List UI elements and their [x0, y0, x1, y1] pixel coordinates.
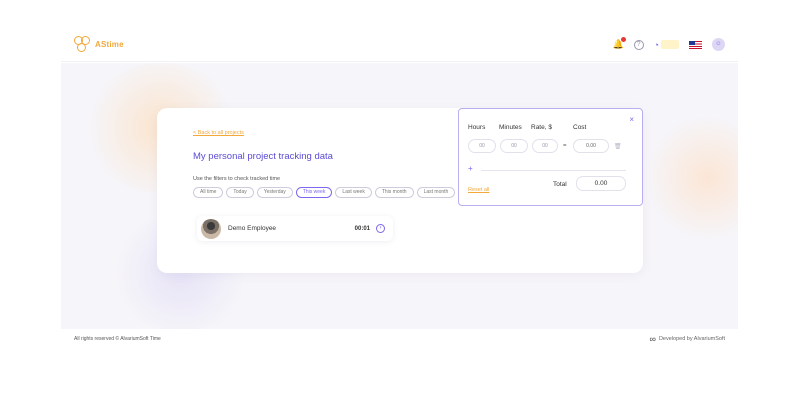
- app-window: AStime 🔔 ? ◔ ☺ < Back to all projects My…: [61, 28, 738, 349]
- reset-all-link[interactable]: Reset all: [468, 187, 489, 193]
- back-to-projects-link[interactable]: < Back to all projects: [193, 130, 244, 136]
- us-flag-icon[interactable]: [689, 40, 702, 49]
- minutes-header: Minutes: [499, 124, 522, 131]
- filter-yesterday[interactable]: Yesterday: [256, 187, 293, 198]
- timer-toggle[interactable]: ◔: [654, 40, 679, 50]
- filter-chips: All time Today Yesterday This week Last …: [193, 187, 462, 198]
- rate-header: Rate, $: [531, 124, 552, 131]
- divider: [481, 170, 626, 171]
- help-icon[interactable]: ?: [633, 39, 644, 50]
- filter-today[interactable]: Today: [226, 187, 254, 198]
- filter-this-month[interactable]: This month: [374, 187, 414, 198]
- filter-last-week[interactable]: Last week: [335, 187, 372, 198]
- delete-icon[interactable]: 🗑: [614, 143, 622, 150]
- developed-by-text: Developed by AlvariumSoft: [658, 336, 725, 342]
- logo-mark-icon: [74, 36, 91, 53]
- copyright-text: All rights reserved © AlvariumSoft Time: [74, 336, 161, 342]
- cost-field: 0.00: [573, 139, 609, 153]
- hours-input[interactable]: 00: [468, 139, 496, 153]
- add-row-button[interactable]: +: [468, 164, 473, 173]
- timer-icon: ◔: [653, 39, 659, 50]
- rate-input[interactable]: 00: [532, 139, 558, 153]
- total-value: 0.00: [576, 176, 626, 191]
- footer: All rights reserved © AlvariumSoft Time …: [61, 329, 738, 349]
- employee-avatar: [201, 218, 221, 239]
- page-title: My personal project tracking data: [193, 151, 333, 162]
- top-actions: 🔔 ? ◔ ☺: [613, 37, 725, 51]
- rate-popup: × Hours Minutes Rate, $ Cost 00 00 00 = …: [458, 108, 643, 206]
- decor-blob: [648, 113, 738, 243]
- timer-pill: [661, 40, 679, 49]
- alvariumsoft-logo-icon: ∞: [649, 334, 656, 344]
- top-bar: AStime 🔔 ? ◔ ☺: [61, 28, 738, 62]
- equals-icon: =: [563, 143, 567, 149]
- main-area: < Back to all projects My personal proje…: [61, 63, 738, 329]
- filter-last-month[interactable]: Last month: [416, 187, 456, 198]
- total-label: Total: [553, 181, 567, 188]
- logo-text: AStime: [95, 40, 124, 49]
- filter-all-time[interactable]: All time: [193, 187, 224, 198]
- minutes-input[interactable]: 00: [500, 139, 528, 153]
- filter-hint: Use the filters to check tracked time: [193, 176, 281, 182]
- developer-credit[interactable]: ∞ Developed by AlvariumSoft: [650, 334, 725, 344]
- hours-header: Hours: [468, 124, 486, 131]
- filter-this-week[interactable]: This week: [295, 187, 333, 198]
- employee-time: 00:01: [354, 225, 370, 232]
- cost-header: Cost: [573, 124, 587, 131]
- logo[interactable]: AStime: [74, 36, 124, 53]
- arrow-right-icon[interactable]: ›: [376, 224, 385, 233]
- employee-name: Demo Employee: [228, 225, 277, 232]
- close-icon[interactable]: ×: [629, 115, 634, 124]
- employee-row[interactable]: Demo Employee 00:01 ›: [197, 216, 393, 241]
- avatar[interactable]: ☺: [712, 38, 725, 51]
- notification-dot: [620, 37, 626, 42]
- bell-icon[interactable]: 🔔: [613, 37, 626, 50]
